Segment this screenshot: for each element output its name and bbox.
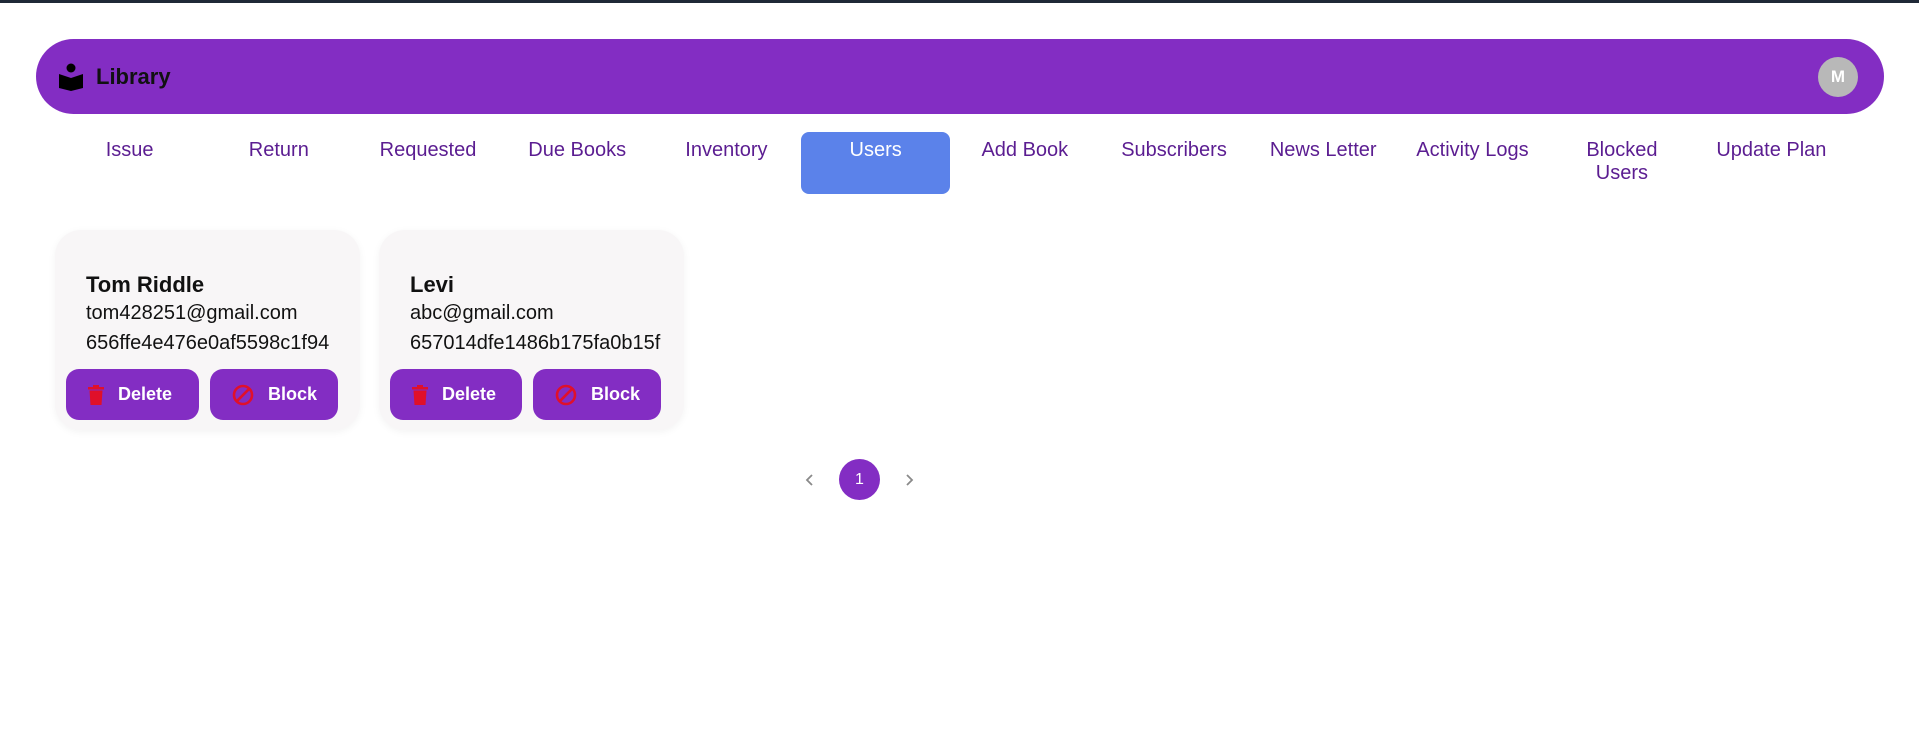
trash-icon bbox=[412, 384, 428, 405]
tab-due-books[interactable]: Due Books bbox=[503, 132, 652, 194]
tab-subscribers[interactable]: Subscribers bbox=[1099, 132, 1248, 194]
tab-add-book[interactable]: Add Book bbox=[950, 132, 1099, 194]
delete-button[interactable]: Delete bbox=[66, 369, 199, 420]
card-actions: Delete Block bbox=[390, 369, 661, 420]
block-label: Block bbox=[268, 384, 318, 404]
pagination: 1 bbox=[795, 459, 924, 500]
brand[interactable]: Library bbox=[58, 63, 171, 91]
tab-return[interactable]: Return bbox=[204, 132, 353, 194]
tab-users[interactable]: Users bbox=[801, 132, 951, 194]
user-name: Tom Riddle bbox=[86, 272, 205, 297]
card-actions: Delete Block bbox=[66, 369, 338, 420]
trash-icon bbox=[88, 384, 104, 405]
tab-news-letter[interactable]: News Letter bbox=[1249, 132, 1398, 194]
user-card: Levi abc@gmail.com 657014dfe1486b175fa0b… bbox=[379, 230, 684, 430]
user-card-list: Tom Riddle tom428251@gmail.com 656ffe4e4… bbox=[55, 230, 684, 430]
user-id: 657014dfe1486b175fa0b15f bbox=[410, 332, 661, 354]
user-name: Levi bbox=[410, 272, 455, 297]
ban-icon bbox=[555, 384, 577, 406]
tab-bar: Issue Return Requested Due Books Invento… bbox=[55, 132, 1846, 194]
tab-issue[interactable]: Issue bbox=[55, 132, 204, 194]
page-1-button[interactable]: 1 bbox=[839, 459, 880, 500]
top-border bbox=[0, 0, 1919, 3]
user-card: Tom Riddle tom428251@gmail.com 656ffe4e4… bbox=[55, 230, 360, 430]
avatar[interactable]: M bbox=[1818, 56, 1858, 97]
navbar: Library M bbox=[36, 39, 1884, 114]
user-id: 656ffe4e476e0af5598c1f94 bbox=[86, 332, 330, 354]
tab-requested[interactable]: Requested bbox=[353, 132, 502, 194]
block-label: Block bbox=[591, 384, 641, 404]
ban-icon bbox=[232, 384, 254, 406]
block-button[interactable]: Block bbox=[210, 369, 338, 420]
tab-blocked-users[interactable]: Blocked Users bbox=[1547, 132, 1697, 194]
book-reader-icon bbox=[58, 63, 84, 91]
tab-update-plan[interactable]: Update Plan bbox=[1697, 132, 1846, 194]
delete-label: Delete bbox=[118, 384, 173, 404]
tab-inventory[interactable]: Inventory bbox=[652, 132, 801, 194]
block-button[interactable]: Block bbox=[533, 369, 661, 420]
brand-title: Library bbox=[96, 63, 171, 89]
tab-activity-logs[interactable]: Activity Logs bbox=[1398, 132, 1547, 194]
user-email: tom428251@gmail.com bbox=[86, 302, 298, 324]
chevron-right-icon[interactable] bbox=[894, 465, 924, 495]
user-email: abc@gmail.com bbox=[410, 302, 554, 324]
delete-button[interactable]: Delete bbox=[390, 369, 522, 420]
delete-label: Delete bbox=[442, 384, 497, 404]
chevron-left-icon[interactable] bbox=[795, 465, 825, 495]
